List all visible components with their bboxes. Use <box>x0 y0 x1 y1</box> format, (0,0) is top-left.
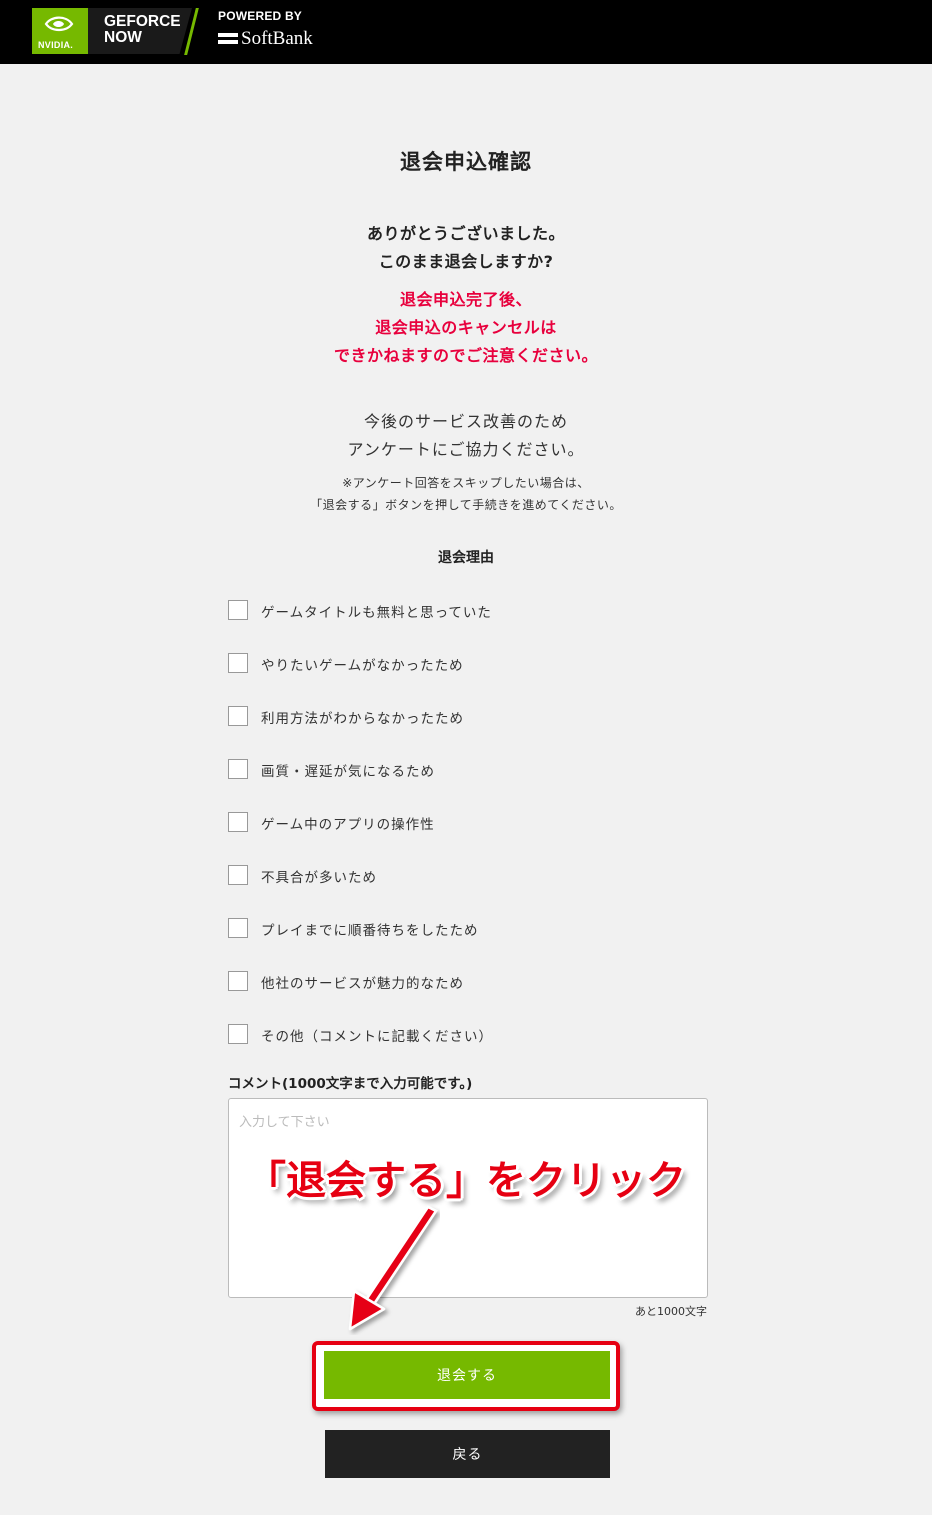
nvidia-eye-icon <box>44 16 74 32</box>
thanks-line: ありがとうございました。 <box>366 224 565 243</box>
reason-label: ゲーム中のアプリの操作性 <box>261 817 435 833</box>
warning-line: 退会申込完了後、 <box>399 290 532 309</box>
checkbox[interactable] <box>228 812 248 832</box>
survey-line: アンケートにご協力ください。 <box>347 440 585 459</box>
reason-label: プレイまでに順番待ちをしたため <box>261 923 479 939</box>
checkbox[interactable] <box>228 600 248 620</box>
reason-label: 不具合が多いため <box>261 870 377 886</box>
checkbox[interactable] <box>228 918 248 938</box>
site-header: NVIDIA. GEFORCE NOW POWERED BY SoftBank <box>0 0 932 64</box>
reason-label: ゲームタイトルも無料と思っていた <box>261 605 492 621</box>
geforce-text: GEFORCE <box>104 13 181 30</box>
geforce-now-wordmark: GEFORCE NOW <box>104 14 181 46</box>
reason-label: 他社のサービスが魅力的なため <box>261 976 464 992</box>
note-line: 「退会する」ボタンを押して手続きを進めてください。 <box>310 498 622 512</box>
now-text: NOW <box>104 29 142 46</box>
thanks-message: ありがとうございました。 このまま退会しますか? <box>0 220 932 276</box>
back-button[interactable]: 戻る <box>325 1430 610 1478</box>
reason-heading: 退会理由 <box>438 550 494 566</box>
page-title: 退会申込確認 <box>400 150 532 174</box>
annotation-callout: 「退会する」をクリック <box>246 1158 686 1204</box>
powered-by-text: POWERED BY <box>218 9 303 23</box>
checkbox[interactable] <box>228 971 248 991</box>
reason-label: その他（コメントに記載ください） <box>261 1029 493 1045</box>
survey-line: 今後のサービス改善のため <box>363 412 568 431</box>
withdraw-button[interactable]: 退会する <box>324 1351 610 1399</box>
note-line: ※アンケート回答をスキップしたい場合は、 <box>342 476 590 490</box>
comment-label: コメント(1000文字まで入力可能です。) <box>228 1076 473 1092</box>
reason-label: 画質・遅延が気になるため <box>261 764 435 780</box>
warning-line: 退会申込のキャンセルは <box>375 318 557 337</box>
checkbox[interactable] <box>228 759 248 779</box>
cancel-warning: 退会申込完了後、 退会申込のキャンセルは できかねますのでご注意ください。 <box>0 286 932 370</box>
warning-line: できかねますのでご注意ください。 <box>333 346 598 365</box>
reason-label: 利用方法がわからなかったため <box>261 711 464 727</box>
checkbox[interactable] <box>228 865 248 885</box>
skip-note: ※アンケート回答をスキップしたい場合は、 「退会する」ボタンを押して手続きを進め… <box>0 472 932 516</box>
annotation-arrow-icon <box>348 1205 438 1331</box>
nvidia-wordmark: NVIDIA. <box>38 40 74 50</box>
reason-label: やりたいゲームがなかったため <box>261 658 464 674</box>
survey-request: 今後のサービス改善のため アンケートにご協力ください。 <box>0 408 932 464</box>
confirm-question: このまま退会しますか? <box>378 252 554 271</box>
softbank-logo: SoftBank <box>218 28 313 50</box>
checkbox[interactable] <box>228 653 248 673</box>
softbank-text: SoftBank <box>241 28 313 49</box>
softbank-bars-icon <box>218 31 238 45</box>
checkbox[interactable] <box>228 1024 248 1044</box>
nvidia-logo[interactable]: NVIDIA. <box>32 8 88 54</box>
character-counter: あと1000文字 <box>635 1305 707 1318</box>
checkbox[interactable] <box>228 706 248 726</box>
